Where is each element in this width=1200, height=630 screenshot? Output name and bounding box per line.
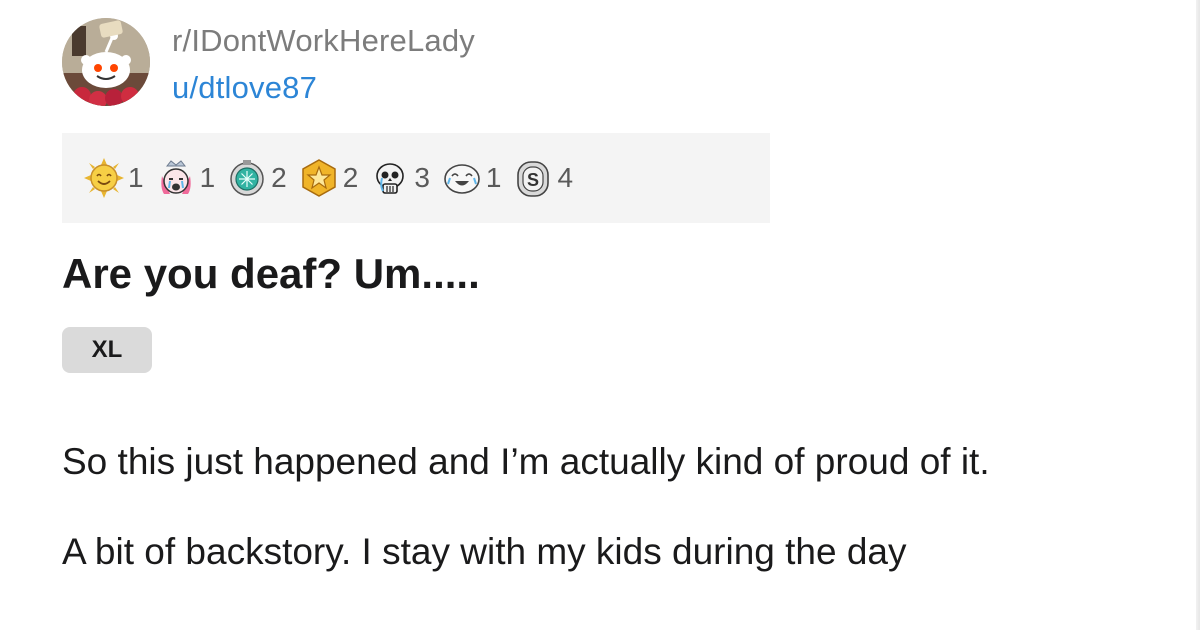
- post-flair-badge[interactable]: XL: [62, 327, 152, 373]
- subreddit-name[interactable]: r/IDontWorkHereLady: [172, 23, 475, 59]
- award-count: 1: [485, 162, 502, 193]
- award-item[interactable]: 3: [370, 158, 430, 198]
- svg-text:S: S: [527, 170, 539, 190]
- subreddit-avatar[interactable]: [62, 18, 150, 106]
- post-title[interactable]: Are you deaf? Um.....: [62, 247, 480, 301]
- award-item[interactable]: 1: [156, 158, 216, 198]
- award-item[interactable]: 2: [299, 158, 359, 198]
- award-count: 2: [342, 162, 359, 193]
- skull-award-icon: [370, 158, 410, 198]
- award-count: 1: [128, 162, 144, 193]
- award-count: 4: [557, 162, 574, 193]
- sun-award-icon: [84, 158, 124, 198]
- award-item[interactable]: 1: [442, 158, 502, 198]
- award-count: 1: [199, 162, 216, 193]
- crying-princess-award-icon: [156, 158, 196, 198]
- award-count: 3: [414, 162, 430, 193]
- author-username-link[interactable]: u/dtlove87: [172, 70, 317, 106]
- awards-bar[interactable]: 1 1 2 2 3 1 S 4: [62, 133, 770, 223]
- gold-star-award-icon: [299, 158, 339, 198]
- silver-s-award-icon: S: [513, 158, 553, 198]
- award-item[interactable]: 2: [227, 158, 287, 198]
- award-count: 2: [271, 162, 287, 193]
- body-paragraph: So this just happened and I’m actually k…: [62, 441, 990, 482]
- post-body: So this just happened and I’m actually k…: [62, 440, 1132, 620]
- body-paragraph: A bit of backstory. I stay with my kids …: [62, 531, 907, 572]
- teal-gem-medal-award-icon: [227, 158, 267, 198]
- award-item[interactable]: 1: [84, 158, 144, 198]
- scroll-edge: [1196, 0, 1200, 630]
- award-item[interactable]: S 4: [513, 158, 573, 198]
- laughing-face-award-icon: [442, 158, 482, 198]
